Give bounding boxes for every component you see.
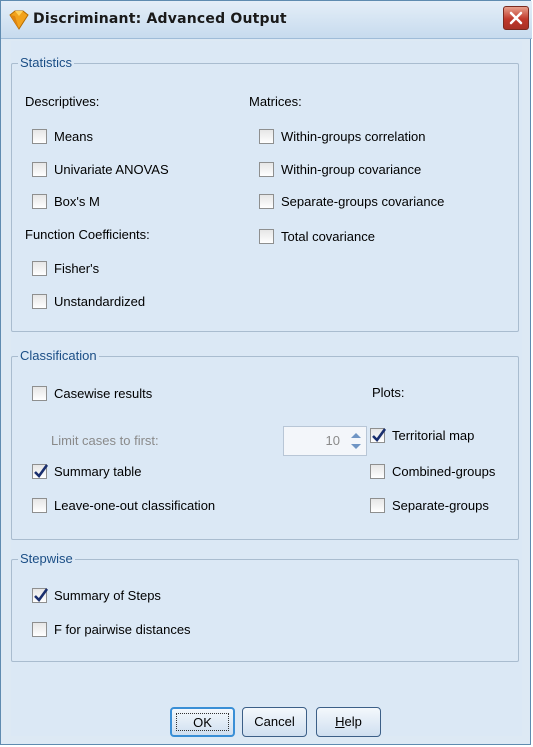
leave-one-out-checkbox[interactable]: Leave-one-out classification <box>32 496 215 514</box>
separate-groups-label: Separate-groups <box>392 497 489 513</box>
window-title: Discriminant: Advanced Output <box>33 11 287 27</box>
statistics-legend: Statistics <box>18 55 75 71</box>
means-checkbox[interactable]: Means <box>32 127 93 145</box>
f-pairwise-distances-checkbox[interactable]: F for pairwise distances <box>32 620 191 638</box>
title-bar[interactable]: Discriminant: Advanced Output <box>1 1 532 39</box>
checkbox-box <box>370 497 385 513</box>
checkbox-box <box>32 621 47 637</box>
checkbox-box <box>259 193 274 209</box>
checkmark-icon <box>34 587 49 602</box>
limit-cases-label: Limit cases to first: <box>51 433 159 448</box>
plots-label: Plots: <box>372 385 405 400</box>
close-button[interactable] <box>503 6 529 30</box>
casewise-results-checkbox[interactable]: Casewise results <box>32 384 152 402</box>
summary-of-steps-label: Summary of Steps <box>54 587 161 603</box>
close-icon <box>509 11 523 25</box>
cancel-button-label: Cancel <box>254 714 295 729</box>
territorial-map-checkbox[interactable]: Territorial map <box>370 426 474 444</box>
stepwise-legend: Stepwise <box>18 551 75 567</box>
univariate-anovas-label: Univariate ANOVAS <box>54 161 169 177</box>
descriptives-label: Descriptives: <box>25 94 100 109</box>
combined-groups-checkbox[interactable]: Combined-groups <box>370 462 495 480</box>
separate-groups-checkbox[interactable]: Separate-groups <box>370 496 489 514</box>
stepwise-group: Stepwise <box>11 551 519 662</box>
chevron-up-icon <box>351 433 361 438</box>
within-group-covariance-checkbox[interactable]: Within-group covariance <box>259 160 421 178</box>
checkbox-box <box>32 385 47 401</box>
checkbox-box <box>370 427 387 443</box>
dialog-body: Statistics Descriptives: Matrices: Means… <box>11 41 522 736</box>
boxs-m-checkbox[interactable]: Box's M <box>32 192 100 210</box>
checkbox-box <box>32 587 49 603</box>
limit-cases-spinner[interactable]: 10 <box>283 426 367 456</box>
help-button[interactable]: Help <box>316 707 381 737</box>
checkbox-box <box>259 128 274 144</box>
cancel-button[interactable]: Cancel <box>242 707 307 737</box>
checkbox-box <box>32 293 47 309</box>
checkbox-box <box>32 463 49 479</box>
unstandardized-label: Unstandardized <box>54 293 146 309</box>
checkbox-box <box>32 497 47 513</box>
fishers-label: Fisher's <box>54 260 100 276</box>
help-button-label: elp <box>344 714 362 729</box>
checkbox-box <box>32 193 47 209</box>
within-groups-correlation-checkbox[interactable]: Within-groups correlation <box>259 127 426 145</box>
separate-groups-covariance-checkbox[interactable]: Separate-groups covariance <box>259 192 444 210</box>
checkbox-box <box>259 161 274 177</box>
app-logo-icon <box>9 10 29 30</box>
checkbox-box <box>259 228 274 244</box>
within-group-covariance-label: Within-group covariance <box>281 161 422 177</box>
chevron-down-icon <box>351 444 361 449</box>
function-coefficients-label: Function Coefficients: <box>25 227 150 242</box>
help-mnemonic: H <box>335 714 345 729</box>
separate-groups-covariance-label: Separate-groups covariance <box>281 193 445 209</box>
total-covariance-checkbox[interactable]: Total covariance <box>259 227 375 245</box>
summary-table-label: Summary table <box>54 463 142 479</box>
matrices-label: Matrices: <box>249 94 302 109</box>
spinner-buttons <box>348 429 364 453</box>
checkbox-box <box>32 128 47 144</box>
focus-rectangle <box>176 713 229 731</box>
ok-button[interactable]: OK <box>170 707 235 737</box>
total-covariance-label: Total covariance <box>281 228 375 244</box>
combined-groups-label: Combined-groups <box>392 463 496 479</box>
summary-table-checkbox[interactable]: Summary table <box>32 462 141 480</box>
classification-legend: Classification <box>18 348 99 364</box>
summary-of-steps-checkbox[interactable]: Summary of Steps <box>32 586 161 604</box>
spinner-up-button[interactable] <box>348 429 364 441</box>
checkmark-icon <box>34 463 49 478</box>
checkbox-box <box>32 161 47 177</box>
checkmark-icon <box>372 427 387 442</box>
checkbox-box <box>370 463 385 479</box>
unstandardized-checkbox[interactable]: Unstandardized <box>32 292 145 310</box>
fishers-checkbox[interactable]: Fisher's <box>32 259 99 277</box>
univariate-anovas-checkbox[interactable]: Univariate ANOVAS <box>32 160 169 178</box>
boxs-m-label: Box's M <box>54 193 100 209</box>
f-pairwise-distances-label: F for pairwise distances <box>54 621 191 637</box>
means-label: Means <box>54 128 94 144</box>
within-groups-correlation-label: Within-groups correlation <box>281 128 426 144</box>
casewise-results-label: Casewise results <box>54 385 153 401</box>
limit-cases-value: 10 <box>325 433 340 448</box>
dialog-window: Discriminant: Advanced Output Statistics… <box>0 0 532 745</box>
territorial-map-label: Territorial map <box>392 427 475 443</box>
spinner-down-button[interactable] <box>348 441 364 453</box>
checkbox-box <box>32 260 47 276</box>
leave-one-out-label: Leave-one-out classification <box>54 497 216 513</box>
